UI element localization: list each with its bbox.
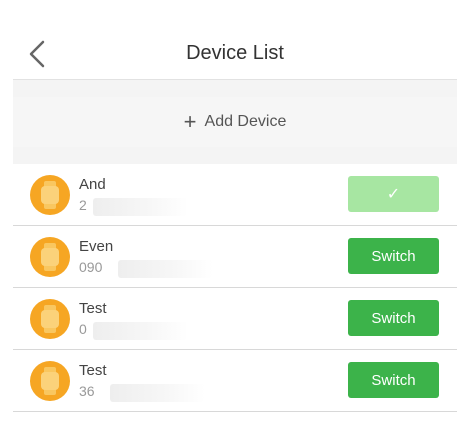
switch-button[interactable]: Switch [348, 362, 439, 398]
switch-button[interactable]: Switch [348, 238, 439, 274]
device-id: 2 [79, 197, 87, 213]
section-spacer [13, 80, 457, 97]
device-id: 36 [79, 383, 95, 399]
device-row[interactable]: Test 0 Switch [13, 288, 457, 350]
page-title: Device List [186, 42, 284, 64]
redacted-device-id [118, 260, 213, 278]
device-list: And 2 ✓ Even 090 Switch Test 0 Switch Te… [13, 164, 457, 412]
device-id: 090 [79, 259, 103, 275]
device-row[interactable]: Even 090 Switch [13, 226, 457, 288]
switch-button[interactable]: Switch [348, 300, 439, 336]
device-row[interactable]: Test 36 Switch [13, 350, 457, 412]
device-row[interactable]: And 2 ✓ [13, 164, 457, 226]
redacted-device-id [93, 198, 188, 216]
header: Device List [13, 0, 457, 80]
redacted-device-id [110, 384, 205, 402]
section-spacer [13, 147, 457, 164]
watch-avatar-icon [30, 175, 70, 215]
watch-avatar-icon [30, 237, 70, 277]
redacted-device-id [93, 322, 188, 340]
device-id: 0 [79, 321, 87, 337]
plus-icon: + [183, 109, 197, 134]
app-window: Device List + Add Device And 2 ✓ Even 09… [13, 0, 457, 412]
watch-avatar-icon [30, 299, 70, 339]
device-name: Even [79, 238, 114, 255]
device-name: Test [79, 300, 107, 317]
add-device-label: Add Device [204, 113, 287, 130]
add-device-button[interactable]: + Add Device [13, 97, 457, 147]
device-name: Test [79, 362, 107, 379]
device-name: And [79, 176, 106, 193]
selected-check-button[interactable]: ✓ [348, 176, 439, 212]
watch-avatar-icon [30, 361, 70, 401]
